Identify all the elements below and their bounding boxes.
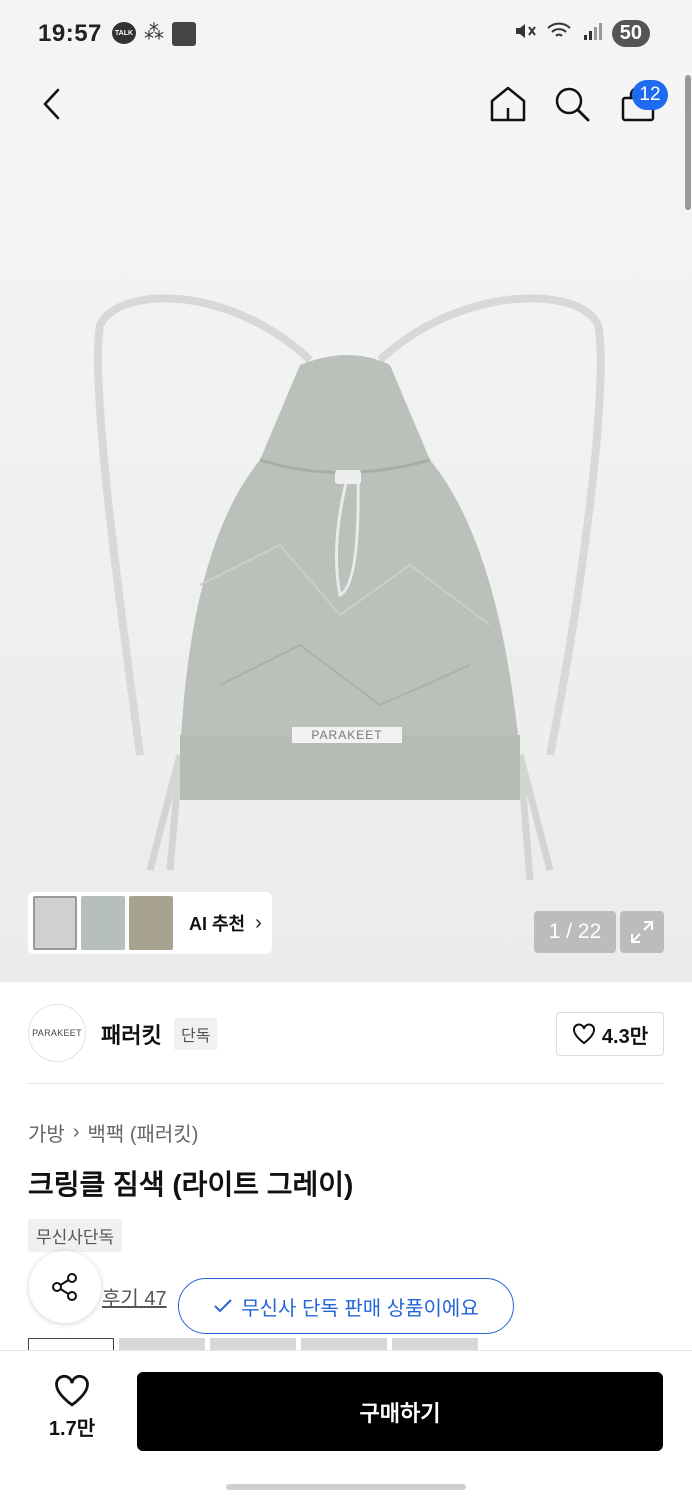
- brand-exclusive-badge: 단독: [174, 1018, 218, 1050]
- breadcrumb: 가방 › 백팩 (패러킷): [28, 1118, 198, 1147]
- product-like-count: 1.7만: [48, 1418, 96, 1440]
- page-scrollbar[interactable]: [685, 75, 691, 210]
- share-icon: [52, 1273, 77, 1301]
- mute-icon: [514, 21, 536, 46]
- share-button[interactable]: [29, 1251, 101, 1323]
- search-icon: [555, 87, 590, 122]
- back-icon: [43, 88, 60, 120]
- expand-image-button[interactable]: [620, 911, 664, 953]
- search-button[interactable]: [550, 82, 594, 126]
- heart-icon: [55, 1374, 89, 1407]
- divider: [28, 1083, 664, 1084]
- wifi-icon: [546, 21, 572, 46]
- status-bar: 19:57 TALK ⁂ 50: [0, 0, 692, 70]
- status-time: 19:57: [38, 20, 102, 47]
- buy-button[interactable]: 구매하기: [137, 1372, 663, 1451]
- review-link[interactable]: 후기 47: [102, 1282, 167, 1311]
- chevron-right-icon: ›: [72, 1121, 80, 1143]
- thumbnail-2[interactable]: [81, 896, 125, 950]
- home-indicator[interactable]: [226, 1484, 466, 1490]
- ai-recommend-label: AI 추천: [189, 914, 246, 934]
- kakaotalk-notification-icon: TALK: [112, 22, 136, 44]
- status-indicators: 50: [514, 20, 650, 47]
- expand-icon: [631, 921, 653, 943]
- brand-like-count: 4.3만: [601, 1025, 649, 1048]
- thumbnail-3[interactable]: [129, 896, 173, 950]
- home-button[interactable]: [486, 82, 530, 126]
- product-like-button[interactable]: 1.7만: [30, 1374, 114, 1441]
- home-icon: [490, 86, 526, 122]
- chevron-right-icon: ›: [255, 911, 262, 934]
- signal-icon: [582, 21, 602, 46]
- ai-recommend-card[interactable]: AI 추천 ›: [28, 892, 272, 954]
- breadcrumb-category[interactable]: 가방: [28, 1118, 65, 1147]
- battery-indicator: 50: [611, 20, 650, 47]
- drawstring-bag-image: PARAKEET: [94, 294, 605, 881]
- heart-icon: [572, 1023, 595, 1045]
- brand-like-button[interactable]: 4.3만: [556, 1012, 664, 1056]
- brand-logo[interactable]: PARAKEET: [28, 1004, 86, 1062]
- thumbnail-1[interactable]: [33, 896, 77, 950]
- breadcrumb-subcategory[interactable]: 백팩 (패러킷): [87, 1118, 198, 1147]
- toast-text: 무신사 단독 판매 상품이에요: [241, 1297, 479, 1320]
- check-icon: [214, 1299, 232, 1313]
- image-pager-counter: 1 / 22: [534, 911, 616, 953]
- bag-label-text: PARAKEET: [311, 728, 382, 742]
- exclusive-tag: 무신사단독: [28, 1219, 123, 1252]
- product-title: 크링클 짐색 (라이트 그레이): [28, 1169, 354, 1200]
- brand-name[interactable]: 패러킷: [101, 1018, 162, 1050]
- exclusive-toast: 무신사 단독 판매 상품이에요: [178, 1278, 514, 1334]
- toss-notification-icon: [172, 22, 196, 46]
- cart-count-badge: 12: [632, 80, 668, 110]
- back-button[interactable]: [30, 82, 74, 126]
- app-grid-notification-icon: ⁂: [144, 22, 164, 44]
